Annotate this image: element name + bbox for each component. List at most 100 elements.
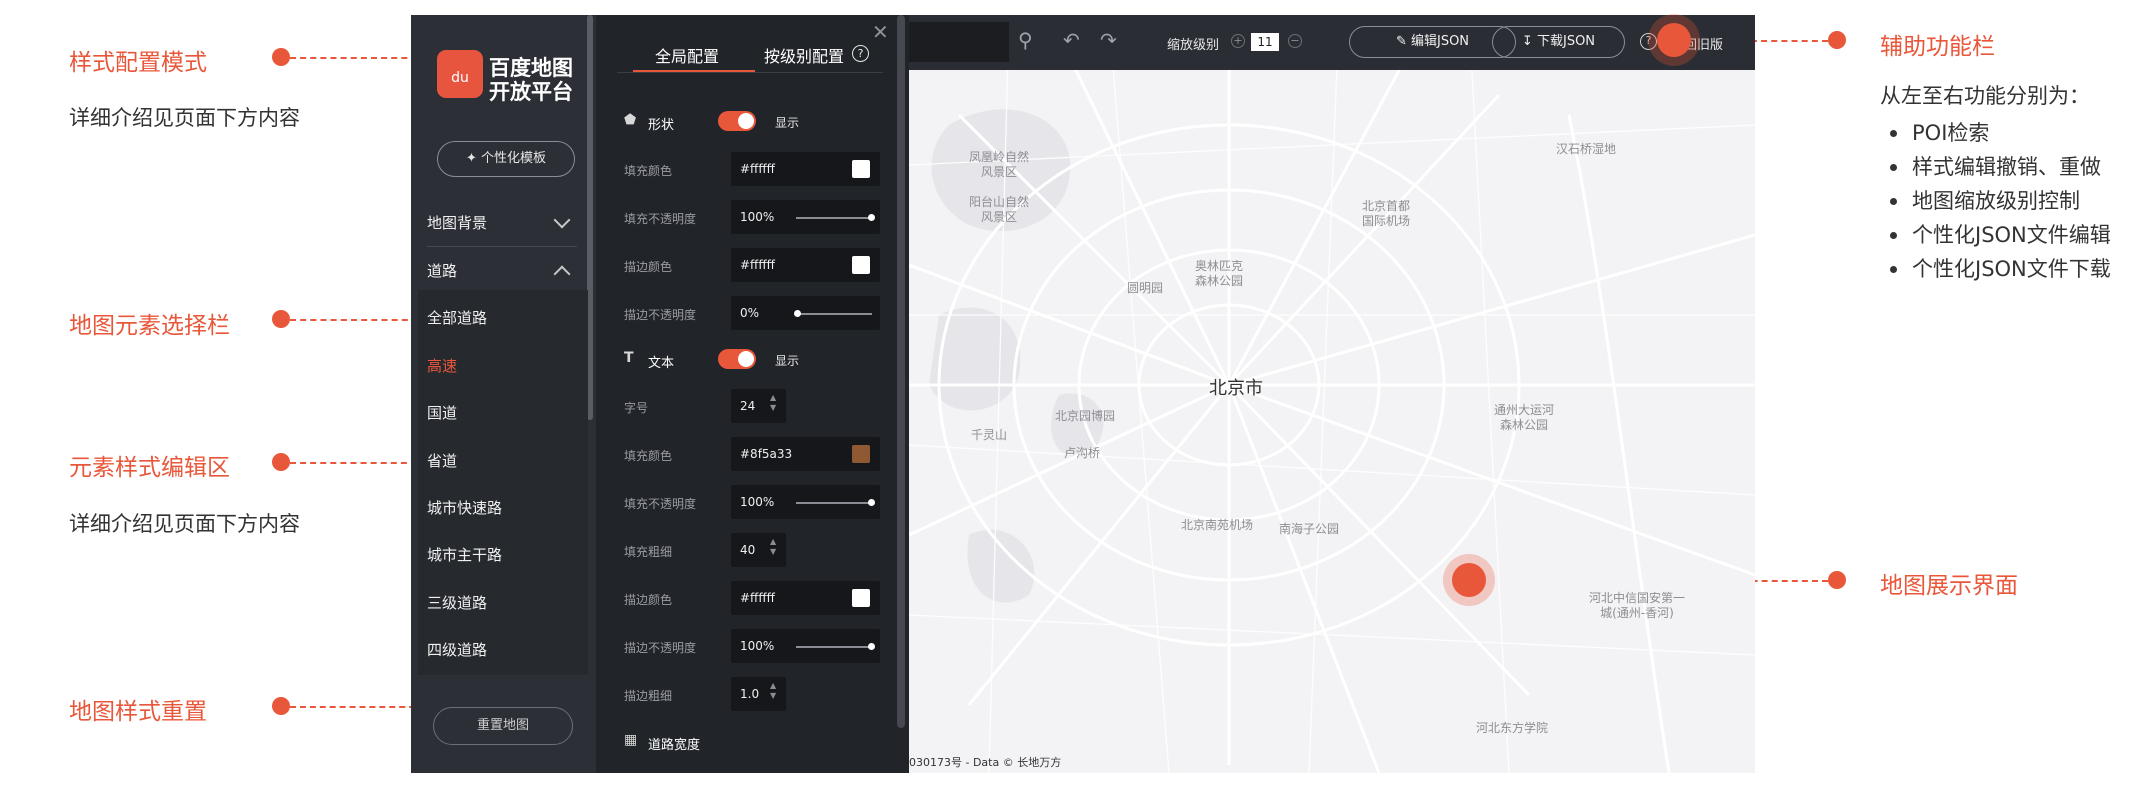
text-fill-opacity-value: 100% — [740, 495, 775, 509]
stepper-arrows-icon[interactable]: ▲ ▼ — [770, 681, 776, 701]
poi-search-input[interactable] — [909, 22, 1009, 62]
shape-fill-opacity-slider[interactable] — [796, 217, 872, 219]
stepper-arrows-icon[interactable]: ▲ ▼ — [770, 537, 776, 557]
map-display[interactable]: 北京市 凤凰岭自然 风景区 阳台山自然 风景区 北京首都 国际机场 汉石桥湿地 … — [909, 15, 1755, 773]
text-fill-color-label: 填充颜色 — [624, 449, 673, 463]
sidebar-item-arterial-road[interactable]: 城市主干路 — [427, 544, 502, 565]
shape-stroke-color-value: #ffffff — [740, 258, 775, 272]
map-poi-label: 卢沟桥 — [1064, 446, 1101, 460]
map-poi-label: 凤凰岭自然 风景区 — [969, 150, 1030, 179]
text-visible-toggle[interactable] — [718, 349, 756, 369]
sidebar-item-all-roads[interactable]: 全部道路 — [427, 307, 487, 328]
slider-handle[interactable] — [868, 499, 875, 506]
map-poi-label: 圆明园 — [1127, 281, 1164, 295]
annotation-style-edit-label: 元素样式编辑区 — [69, 455, 230, 481]
color-swatch[interactable] — [852, 160, 870, 178]
stepper-arrows-icon[interactable]: ▲ ▼ — [770, 393, 776, 413]
active-tab-indicator — [633, 70, 755, 72]
search-icon[interactable]: ⚲ — [1018, 28, 1033, 52]
undo-icon[interactable]: ↶ — [1063, 28, 1080, 52]
map-poi-label: 北京南苑机场 — [1181, 518, 1254, 532]
shape-stroke-color-label: 描边颜色 — [624, 260, 673, 274]
shape-stroke-opacity-slider[interactable] — [796, 313, 872, 315]
shape-stroke-opacity-value: 0% — [740, 306, 760, 320]
logo: du 百度地图 开放平台 — [437, 50, 573, 104]
annotation-dot — [1828, 31, 1846, 49]
color-swatch[interactable] — [852, 589, 870, 607]
map-poi-label: 通州大运河 森林公园 — [1494, 403, 1555, 432]
text-fill-color-value: #8f5a33 — [740, 447, 793, 461]
sidebar-item-tertiary-road[interactable]: 三级道路 — [427, 592, 487, 613]
text-size-label: 字号 — [624, 401, 649, 415]
road-width-icon: ▦ — [624, 732, 638, 748]
text-stroke-weight-value: 1.0 — [740, 687, 760, 701]
slider-handle[interactable] — [868, 643, 875, 650]
annotation-dot — [272, 697, 290, 715]
tab-global-config[interactable]: 全局配置 — [655, 43, 719, 67]
text-stroke-opacity-label: 描边不透明度 — [624, 641, 697, 655]
shape-visible-label: 显示 — [775, 116, 800, 130]
close-icon[interactable]: ✕ — [872, 20, 889, 44]
toolbar — [909, 15, 1755, 70]
zoom-out-icon[interactable]: + — [1231, 34, 1245, 48]
color-swatch[interactable] — [852, 256, 870, 274]
help-icon[interactable]: ? — [1640, 33, 1657, 50]
map-poi-label: 南海子公园 — [1279, 522, 1340, 536]
shape-fill-color-value: #ffffff — [740, 162, 775, 176]
section-title-text: 文本 — [648, 356, 675, 371]
map-poi-label: 北京首都 国际机场 — [1362, 199, 1411, 228]
shape-fill-opacity-label: 填充不透明度 — [624, 212, 697, 226]
annotation-element-select-label: 地图元素选择栏 — [69, 313, 230, 339]
text-fill-weight-value: 40 — [740, 543, 756, 557]
map-poi-label: 河北中信国安第一 城(通州-香河) — [1589, 591, 1686, 620]
help-icon[interactable]: ? — [852, 45, 869, 62]
reset-map-button[interactable]: 重置地图 — [433, 707, 573, 745]
text-stroke-color-value: #ffffff — [740, 591, 775, 605]
wand-icon: ✦ — [465, 151, 481, 166]
text-stroke-opacity-slider[interactable] — [796, 646, 872, 648]
sidebar-item-expressway[interactable]: 城市快速路 — [427, 497, 502, 518]
shape-visible-toggle[interactable] — [718, 111, 756, 131]
map-poi-label: 北京园博园 — [1055, 409, 1116, 423]
section-title-road-width: 道路宽度 — [648, 738, 701, 753]
annotation-toolbar-label: 辅助功能栏 — [1880, 34, 1995, 60]
text-fill-opacity-label: 填充不透明度 — [624, 497, 697, 511]
function-item: 个性化JSON文件编辑 — [1880, 218, 2111, 252]
edit-icon: ✎ — [1395, 34, 1411, 49]
map-poi-label: 汉石桥湿地 — [1556, 142, 1617, 156]
zoom-level-value[interactable]: 11 — [1251, 33, 1279, 51]
sidebar-group-road[interactable]: 道路 — [427, 260, 457, 281]
shape-fill-opacity-value: 100% — [740, 210, 775, 224]
map-poi-label: 千灵山 — [971, 428, 1008, 442]
color-swatch[interactable] — [852, 445, 870, 463]
shape-stroke-opacity-label: 描边不透明度 — [624, 308, 697, 322]
function-item: 地图缩放级别控制 — [1880, 184, 2111, 218]
template-button[interactable]: ✦ 个性化模板 — [437, 141, 575, 177]
text-stroke-opacity-value: 100% — [740, 639, 775, 653]
edit-json-label: 编辑JSON — [1410, 34, 1470, 49]
text-visible-label: 显示 — [775, 354, 800, 368]
annotation-display-label: 地图展示界面 — [1880, 573, 2018, 599]
download-json-button[interactable]: ↧ 下载JSON — [1492, 26, 1625, 58]
redo-icon[interactable]: ↷ — [1100, 28, 1117, 52]
divider — [617, 72, 883, 73]
text-fill-weight-label: 填充粗细 — [624, 545, 673, 559]
slider-handle[interactable] — [794, 310, 801, 317]
toolbar-functions-list: 从左至右功能分别为： POI检索 样式编辑撤销、重做 地图缩放级别控制 个性化J… — [1880, 80, 2111, 286]
function-item: POI检索 — [1880, 116, 2111, 150]
text-fill-opacity-slider[interactable] — [796, 502, 872, 504]
tab-level-config[interactable]: 按级别配置 — [764, 43, 844, 67]
slider-handle[interactable] — [868, 214, 875, 221]
sidebar-group-background[interactable]: 地图背景 — [427, 212, 487, 233]
text-stroke-color-label: 描边颜色 — [624, 593, 673, 607]
road-subitems — [418, 290, 588, 675]
sidebar-item-fourth-road[interactable]: 四级道路 — [427, 639, 487, 660]
edit-json-button[interactable]: ✎ 编辑JSON — [1349, 26, 1516, 58]
text-stroke-weight-label: 描边粗细 — [624, 689, 673, 703]
logo-badge: du — [437, 50, 483, 98]
sidebar-item-national-road[interactable]: 国道 — [427, 402, 457, 423]
editor-scrollbar[interactable] — [897, 15, 905, 728]
sidebar-item-highway[interactable]: 高速 — [427, 355, 457, 376]
sidebar-item-provincial-road[interactable]: 省道 — [427, 450, 457, 471]
zoom-in-icon[interactable]: − — [1288, 34, 1302, 48]
